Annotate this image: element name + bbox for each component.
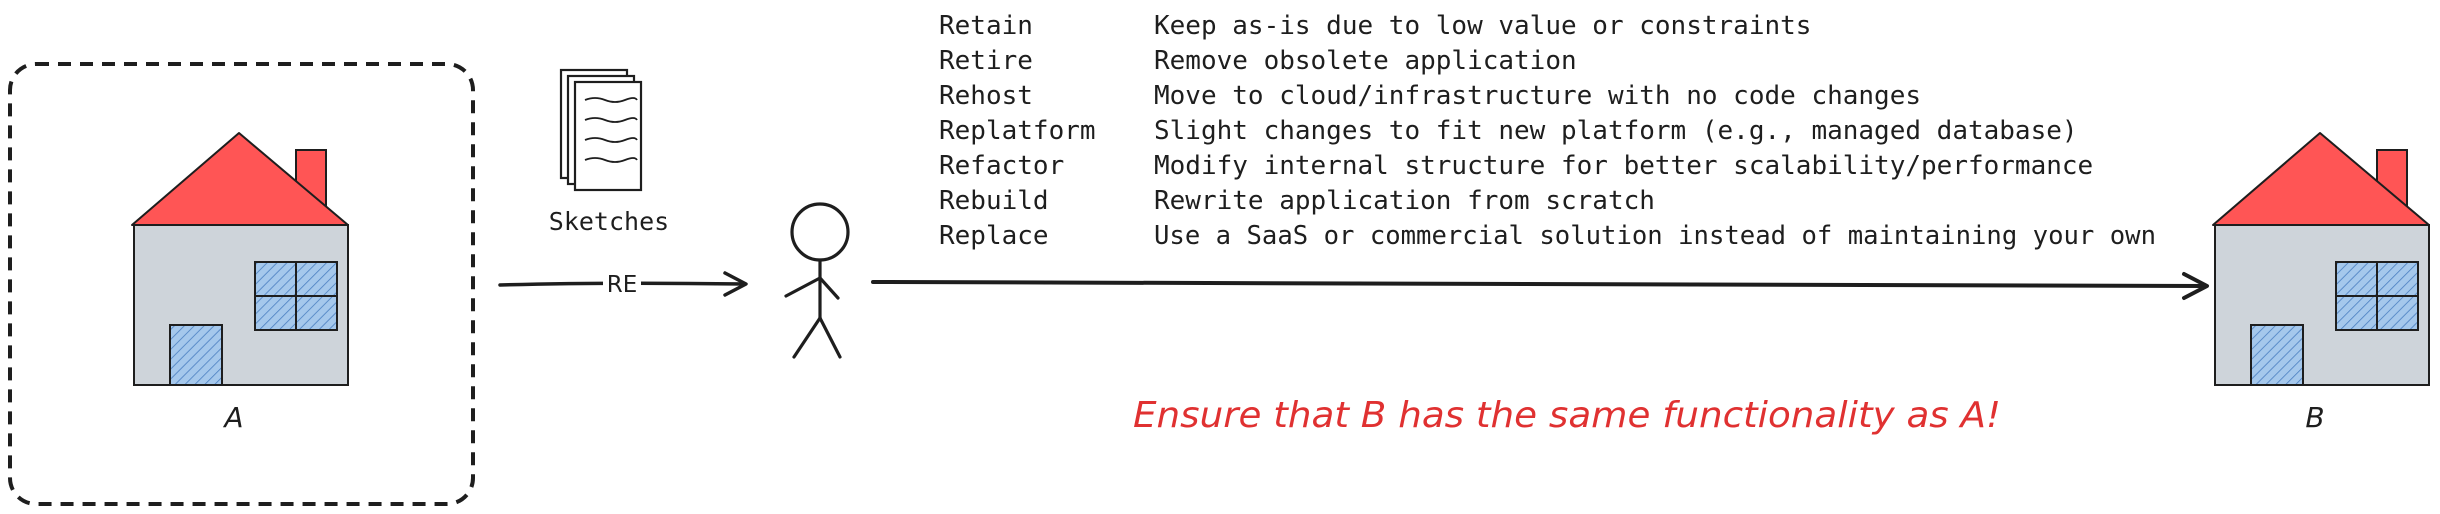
strategy-row: Rebuild Rewrite application from scratch	[939, 186, 1655, 216]
strategy-description: Keep as-is due to low value or constrain…	[1154, 11, 1811, 41]
migration-arrow	[871, 272, 2209, 300]
strategy-name: Rehost	[939, 81, 1033, 111]
strategy-row: Replace Use a SaaS or commercial solutio…	[939, 221, 2156, 251]
strategy-row: Refactor Modify internal structure for b…	[939, 151, 2093, 181]
strategy-row: Retain Keep as-is due to low value or co…	[939, 11, 1811, 41]
strategy-row: Rehost Move to cloud/infrastructure with…	[939, 81, 1921, 111]
strategy-description: Use a SaaS or commercial solution instea…	[1154, 221, 2156, 251]
strategy-row: Retire Remove obsolete application	[939, 46, 1577, 76]
strategy-description: Rewrite application from scratch	[1154, 186, 1655, 216]
house-a-label: A	[222, 401, 243, 434]
document-stack-icon	[559, 68, 643, 192]
house-b	[2212, 132, 2430, 386]
strategy-description: Modify internal structure for better sca…	[1154, 151, 2093, 181]
strategy-description: Remove obsolete application	[1154, 46, 1577, 76]
house-b-label: B	[2305, 401, 2324, 434]
arrow-icon	[871, 280, 2208, 288]
window	[2335, 261, 2419, 331]
strategy-name: Rebuild	[939, 186, 1049, 216]
functionality-note: Ensure that B has the same functionality…	[1133, 395, 2001, 436]
door	[2250, 324, 2304, 386]
strategy-description: Slight changes to fit new platform (e.g.…	[1154, 116, 2078, 146]
re-arrow-label: RE	[607, 272, 638, 298]
strategy-list: Retain Keep as-is due to low value or co…	[939, 11, 2156, 251]
strategy-description: Move to cloud/infrastructure with no cod…	[1154, 81, 1921, 111]
house-icon	[2212, 132, 2430, 386]
strategy-name: Refactor	[939, 151, 1064, 181]
re-arrow: RE	[498, 270, 748, 298]
diagram-canvas: A Sketches RE Retain Keep as-is due to l	[8, 11, 2430, 506]
stick-figure-icon	[784, 202, 850, 359]
strategy-name: Replace	[939, 221, 1049, 251]
strategy-row: Replatform Slight changes to fit new pla…	[939, 116, 2078, 146]
strategy-name: Retain	[939, 11, 1033, 41]
strategy-name: Retire	[939, 46, 1033, 76]
door	[169, 324, 223, 386]
house-a	[131, 132, 349, 386]
house-icon	[131, 132, 349, 386]
sketches-label: Sketches	[549, 207, 669, 236]
strategy-name: Replatform	[939, 116, 1096, 146]
window	[254, 261, 338, 331]
